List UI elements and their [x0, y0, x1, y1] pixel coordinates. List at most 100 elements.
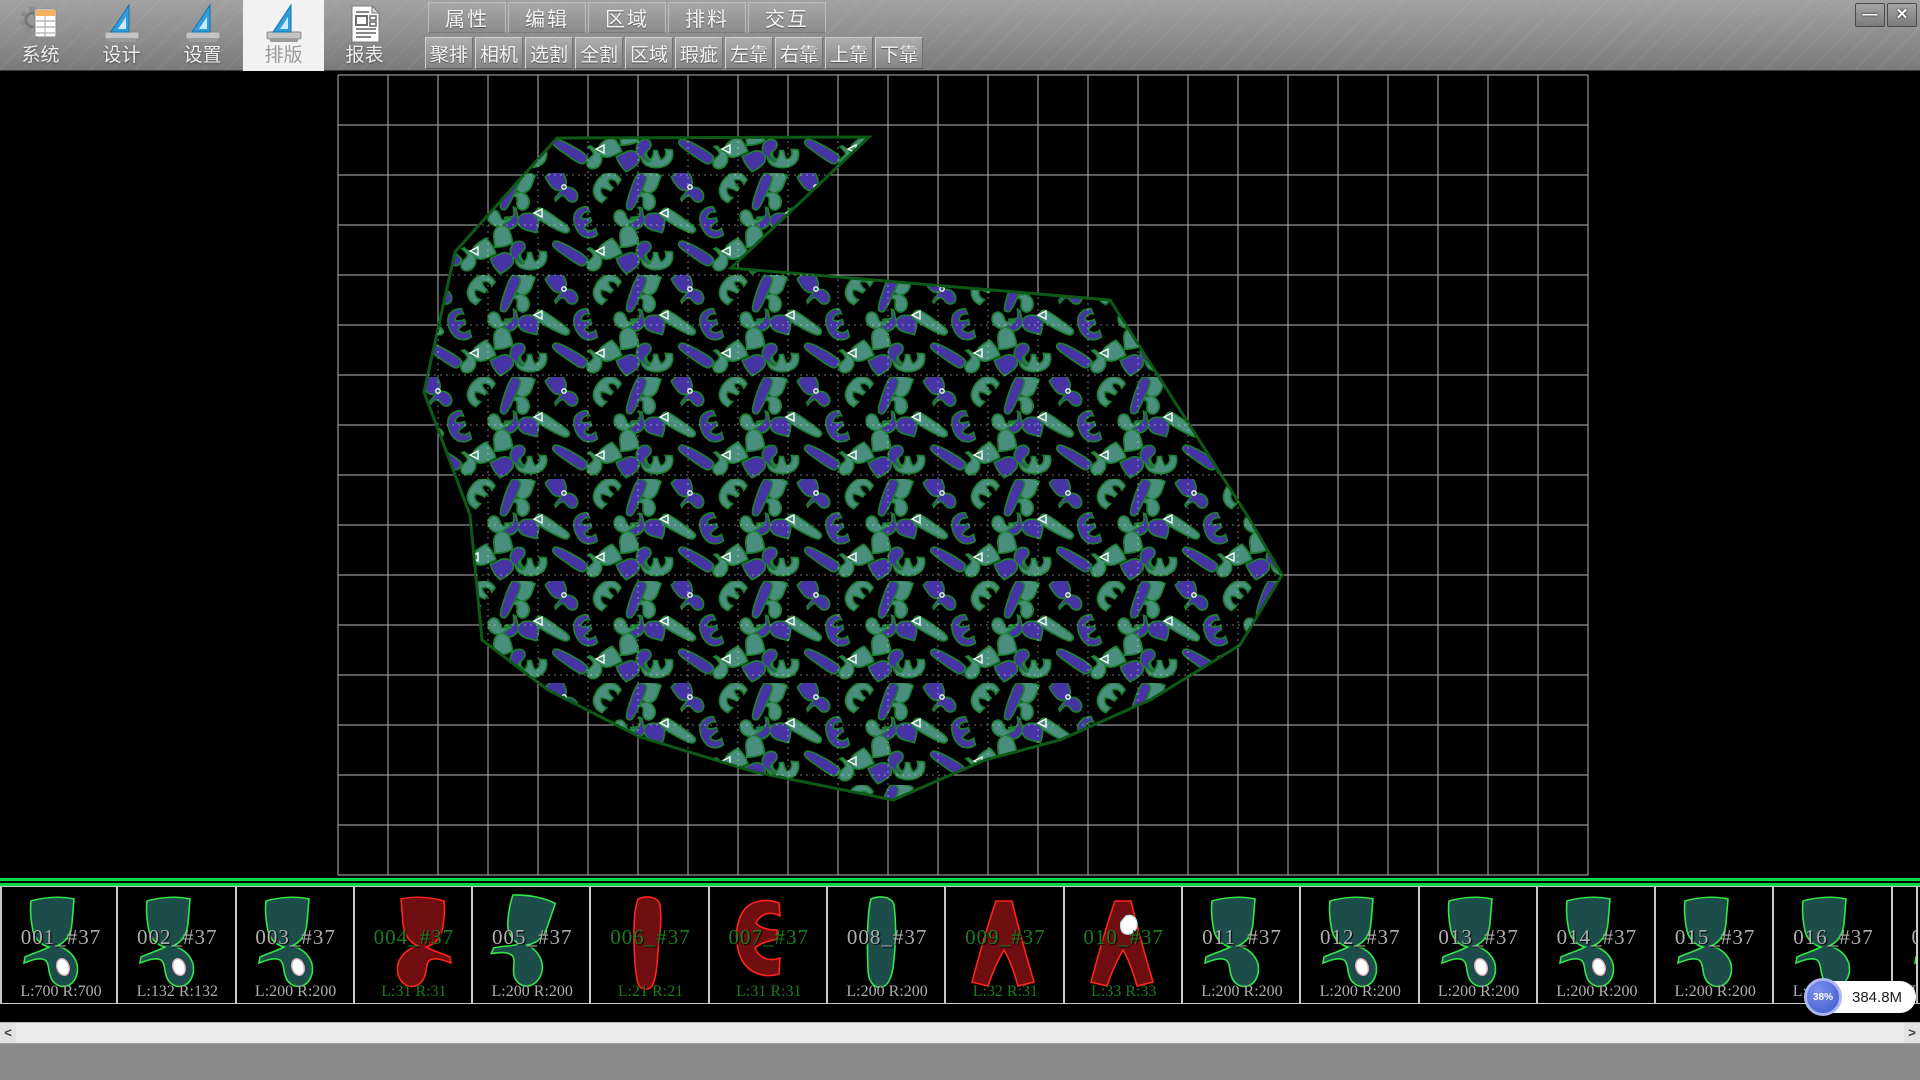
part-thumbnail-inner: 008_#37 L:200 R:200 — [828, 887, 946, 1003]
app-tab-report[interactable]: 报表 — [324, 0, 405, 71]
part-thumbnail-inner: 001_#37 L:700 R:700 — [2, 887, 118, 1003]
part-id-label: 007_#37 — [710, 925, 828, 950]
menu-item-nesting[interactable]: 排料 — [668, 2, 746, 33]
part-id-label: 013_#37 — [1420, 925, 1538, 950]
nesting-ruler-icon — [262, 3, 306, 45]
part-id-label: 017_#37 — [1893, 925, 1918, 950]
part-quantity-label: L:32 R:31 — [946, 983, 1064, 1001]
part-thumbnail[interactable]: 006_#37 L:21 R:21 — [591, 887, 709, 1003]
part-thumbnail[interactable]: 011_#37 L:200 R:200 — [1183, 887, 1301, 1003]
app-tab-label: 设计 — [102, 45, 140, 67]
menu-item-region[interactable]: 区域 — [588, 2, 666, 33]
nesting-canvas[interactable] — [0, 71, 1920, 878]
memory-usage-label: 384.8M — [1844, 989, 1916, 1006]
tool-button-region[interactable]: 区域 — [625, 37, 673, 69]
close-button[interactable]: ✕ — [1887, 3, 1917, 27]
part-quantity-label: L:700 R:700 — [2, 983, 118, 1001]
horizontal-scrollbar[interactable]: < > — [0, 1022, 1920, 1043]
app-tab-system[interactable]: 系统 — [0, 0, 81, 71]
part-thumbnail-inner: 005_#37 L:200 R:200 — [473, 887, 591, 1003]
part-id-label: 001_#37 — [2, 925, 118, 950]
part-thumbnail[interactable]: 007_#37 L:31 R:31 — [710, 887, 828, 1003]
parts-thumbnail-strip: 001_#37 L:700 R:700 002_#37 L:132 R:132 … — [0, 886, 1920, 1004]
part-thumbnail[interactable]: 013_#37 L:200 R:200 — [1420, 887, 1538, 1003]
memory-status-badge[interactable]: 38% 384.8M — [1806, 981, 1916, 1013]
part-id-label: 010_#37 — [1065, 925, 1183, 950]
part-thumbnail[interactable]: 012_#37 L:200 R:200 — [1301, 887, 1419, 1003]
hide-layout-drawing — [0, 71, 1920, 878]
part-id-label: 014_#37 — [1538, 925, 1656, 950]
part-thumbnail[interactable]: 001_#37 L:700 R:700 — [0, 887, 118, 1003]
app-tab-settings[interactable]: 设置 — [162, 0, 243, 71]
menu-bar: 属性编辑区域排料交互 — [428, 2, 828, 33]
part-quantity-label: L:132 R:132 — [118, 983, 236, 1001]
part-thumbnail-inner: 002_#37 L:132 R:132 — [118, 887, 236, 1003]
tool-button-snap-left[interactable]: 左靠 — [725, 37, 773, 69]
part-id-label: 003_#37 — [237, 925, 355, 950]
menu-item-properties[interactable]: 属性 — [428, 2, 506, 33]
part-thumbnail[interactable]: 002_#37 L:132 R:132 — [118, 887, 236, 1003]
part-thumbnail[interactable]: 003_#37 L:200 R:200 — [237, 887, 355, 1003]
tool-button-snap-top[interactable]: 上靠 — [825, 37, 873, 69]
app-tab-design[interactable]: 设计 — [81, 0, 162, 71]
app-tab-label: 报表 — [345, 45, 383, 67]
scroll-right-arrow-icon[interactable]: > — [1904, 1023, 1920, 1043]
part-quantity-label: L:200 R:200 — [1183, 983, 1301, 1001]
progress-percent-badge: 38% — [1804, 978, 1842, 1016]
window-controls: — ✕ — [1855, 3, 1917, 27]
part-id-label: 005_#37 — [473, 925, 591, 950]
part-id-label: 012_#37 — [1301, 925, 1419, 950]
menu-item-edit[interactable]: 编辑 — [508, 2, 586, 33]
app-tab-bar: 系统 设计设置排版报表 — [0, 0, 405, 71]
part-quantity-label: L:200 R:200 — [1420, 983, 1538, 1001]
part-thumbnail-inner: 009_#37 L:32 R:31 — [946, 887, 1064, 1003]
part-id-label: 002_#37 — [118, 925, 236, 950]
menu-item-interaction[interactable]: 交互 — [748, 2, 826, 33]
minimize-button[interactable]: — — [1855, 3, 1885, 27]
top-toolbar: 系统设计设置排版报表 属性编辑区域排料交互 聚排相机选割全割区域瑕疵左靠右靠上靠… — [0, 0, 1920, 71]
scroll-left-arrow-icon[interactable]: < — [0, 1023, 16, 1043]
tool-button-cut-all[interactable]: 全割 — [575, 37, 623, 69]
part-thumbnail[interactable]: 014_#37 L:200 R:200 — [1538, 887, 1656, 1003]
part-thumbnail[interactable]: 008_#37 L:200 R:200 — [828, 887, 946, 1003]
part-id-label: 011_#37 — [1183, 925, 1301, 950]
strip-separator-lines — [0, 878, 1920, 886]
part-quantity-label: L:21 R:21 — [591, 983, 709, 1001]
app-tab-nesting[interactable]: 排版 — [243, 0, 324, 71]
part-id-label: 016_#37 — [1774, 925, 1892, 950]
tool-button-snap-bottom[interactable]: 下靠 — [875, 37, 923, 69]
part-thumbnail[interactable]: 010_#37 L:33 R:33 — [1065, 887, 1183, 1003]
part-id-label: 004_#37 — [355, 925, 473, 950]
part-thumbnail-inner: 003_#37 L:200 R:200 — [237, 887, 355, 1003]
app-tab-label: 系统 — [21, 45, 59, 67]
part-id-label: 006_#37 — [591, 925, 709, 950]
design-ruler-icon — [100, 3, 144, 45]
part-quantity-label: L:200 R:200 — [828, 983, 946, 1001]
part-thumbnail-inner: 010_#37 L:33 R:33 — [1065, 887, 1183, 1003]
status-bar — [0, 1043, 1920, 1080]
tool-button-cluster-nest[interactable]: 聚排 — [425, 37, 473, 69]
part-thumbnail[interactable]: 004_#37 L:31 R:31 — [355, 887, 473, 1003]
report-doc-icon — [343, 3, 387, 45]
part-thumbnail-inner: 013_#37 L:200 R:200 — [1420, 887, 1538, 1003]
tool-button-camera[interactable]: 相机 — [475, 37, 523, 69]
part-thumbnail[interactable]: 009_#37 L:32 R:31 — [946, 887, 1064, 1003]
settings-ruler-icon — [181, 3, 225, 45]
part-thumbnail-inner: 014_#37 L:200 R:200 — [1538, 887, 1656, 1003]
part-thumbnail-inner: 015_#37 L:200 R:200 — [1656, 887, 1774, 1003]
part-thumbnail-inner: 012_#37 L:200 R:200 — [1301, 887, 1419, 1003]
app-window: 系统设计设置排版报表 属性编辑区域排料交互 聚排相机选割全割区域瑕疵左靠右靠上靠… — [0, 0, 1920, 1080]
part-quantity-label: L:31 R:31 — [355, 983, 473, 1001]
part-quantity-label: L:200 R:200 — [1301, 983, 1419, 1001]
part-quantity-label: L:200 R:200 — [473, 983, 591, 1001]
part-quantity-label: L:31 R:31 — [710, 983, 828, 1001]
part-thumbnail[interactable]: 015_#37 L:200 R:200 — [1656, 887, 1774, 1003]
tool-button-snap-right[interactable]: 右靠 — [775, 37, 823, 69]
tool-bar: 聚排相机选割全割区域瑕疵左靠右靠上靠下靠 — [425, 37, 925, 69]
part-thumbnail[interactable]: 005_#37 L:200 R:200 — [473, 887, 591, 1003]
part-quantity-label: L:200 R:200 — [237, 983, 355, 1001]
tool-button-flaw[interactable]: 瑕疵 — [675, 37, 723, 69]
tool-button-select-cut[interactable]: 选割 — [525, 37, 573, 69]
part-id-label: 008_#37 — [828, 925, 946, 950]
part-id-label: 015_#37 — [1656, 925, 1774, 950]
